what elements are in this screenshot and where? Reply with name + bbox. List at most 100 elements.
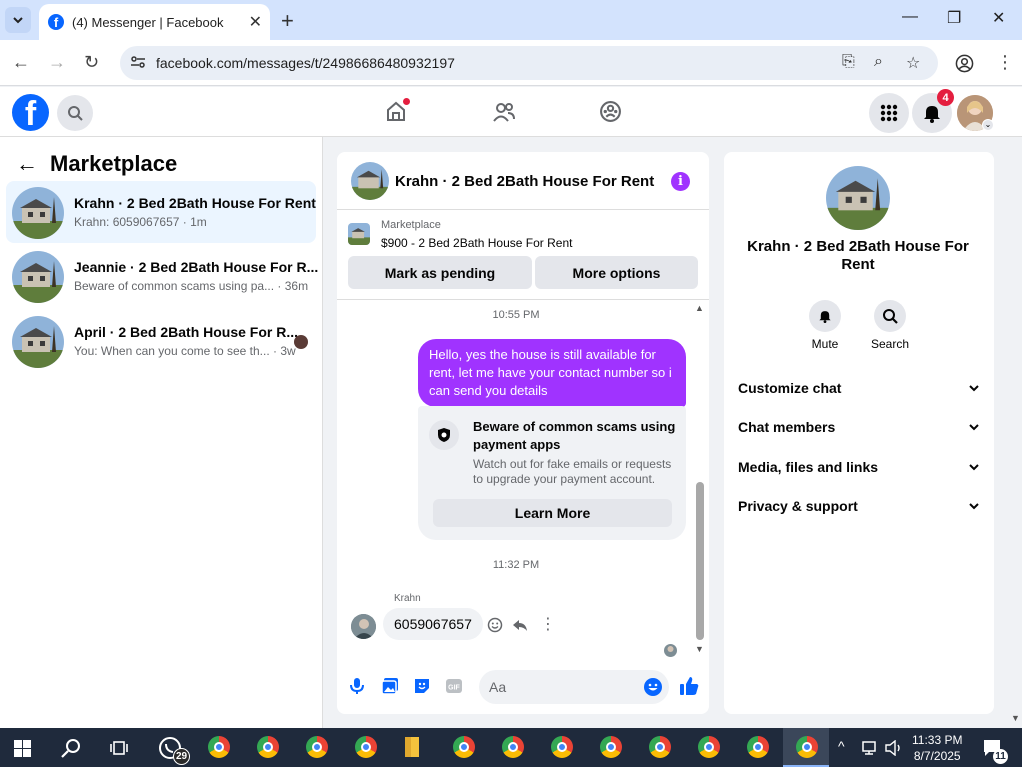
incoming-message[interactable]: 6059067657 xyxy=(383,608,483,640)
conversation-title: Jeannie · 2 Bed 2Bath House For R... xyxy=(74,259,319,275)
outgoing-message[interactable]: Hello, yes the house is still available … xyxy=(418,339,686,407)
listing-mini-thumbnail[interactable] xyxy=(348,223,370,245)
customize-chat-section[interactable]: Customize chat xyxy=(738,380,980,404)
more-options-button[interactable]: More options xyxy=(535,256,698,289)
chrome-icon[interactable] xyxy=(502,736,526,760)
conversation-item[interactable]: Krahn · 2 Bed 2Bath House For Rent Krahn… xyxy=(6,181,316,243)
info-icon[interactable]: i xyxy=(671,172,690,191)
mute-label: Mute xyxy=(811,337,839,351)
listing-photo[interactable] xyxy=(826,166,890,230)
notification-badge: 4 xyxy=(937,89,954,106)
chat-members-section[interactable]: Chat members xyxy=(738,419,980,443)
install-app-icon[interactable]: ⎘ xyxy=(842,53,855,71)
reply-icon[interactable] xyxy=(512,617,528,633)
chrome-icon[interactable] xyxy=(257,736,281,760)
chrome-icon[interactable] xyxy=(747,736,771,760)
menu-button[interactable] xyxy=(869,93,909,133)
emoji-icon[interactable] xyxy=(643,677,663,697)
media-files-section[interactable]: Media, files and links xyxy=(738,459,980,483)
sticker-icon[interactable] xyxy=(412,676,432,696)
task-view-icon[interactable] xyxy=(110,739,128,757)
chevron-down-icon xyxy=(969,464,979,471)
chevron-down-icon xyxy=(969,385,979,392)
learn-more-button[interactable]: Learn More xyxy=(433,499,672,527)
taskbar-clock[interactable]: 11:33 PM 8/7/2025 xyxy=(912,732,962,764)
tab-search-button[interactable] xyxy=(5,7,31,33)
tray-chevron-icon[interactable]: ^ xyxy=(838,738,845,754)
thumbs-up-icon[interactable] xyxy=(679,676,699,696)
scroll-up-icon[interactable]: ▲ xyxy=(695,303,704,313)
conversation-snippet: Krahn: 6059067657 · 1m xyxy=(74,215,207,229)
new-tab-button[interactable]: + xyxy=(281,8,294,34)
active-chrome-window[interactable] xyxy=(783,728,829,767)
browser-tab[interactable]: f (4) Messenger | Facebook ✕ xyxy=(39,4,270,40)
listing-title[interactable]: $900 - 2 Bed 2Bath House For Rent xyxy=(381,236,572,250)
omnibox[interactable]: facebook.com/messages/t/2498668648093219… xyxy=(120,46,938,80)
chrome-icon[interactable] xyxy=(649,736,673,760)
friends-icon[interactable] xyxy=(493,101,515,123)
account-chevron-icon[interactable]: ⌄ xyxy=(982,119,994,131)
chat-title[interactable]: Krahn · 2 Bed 2Bath House For Rent xyxy=(395,173,654,190)
reload-button[interactable]: ↻ xyxy=(84,52,99,73)
forward-button[interactable]: → xyxy=(48,52,66,73)
back-arrow-icon[interactable]: ← xyxy=(16,151,38,177)
network-icon[interactable] xyxy=(862,740,880,756)
search-icon xyxy=(883,309,898,324)
chrome-icon[interactable] xyxy=(600,736,624,760)
zoom-icon[interactable]: ⌕ xyxy=(874,53,883,71)
chrome-icon[interactable] xyxy=(306,736,330,760)
file-explorer-icon[interactable] xyxy=(404,736,428,760)
chat-details-panel: Krahn · 2 Bed 2Bath House For Rent Mute … xyxy=(724,152,994,714)
minimize-button[interactable]: — xyxy=(902,8,918,26)
chrome-icon[interactable] xyxy=(208,736,232,760)
photo-icon[interactable] xyxy=(380,676,400,696)
sender-avatar[interactable] xyxy=(351,614,376,639)
privacy-support-section[interactable]: Privacy & support xyxy=(738,498,980,522)
site-info-icon[interactable] xyxy=(130,54,146,70)
chrome-icon[interactable] xyxy=(355,736,379,760)
voice-clip-icon[interactable] xyxy=(347,676,367,696)
taskbar-search-icon[interactable] xyxy=(61,738,81,758)
message-input-box[interactable] xyxy=(479,670,669,704)
conversation-item[interactable]: Jeannie · 2 Bed 2Bath House For R... Bew… xyxy=(6,245,319,307)
conversation-snippet: You: When can you come to see th... · 3w xyxy=(74,344,296,358)
search-icon xyxy=(68,106,83,121)
whatsapp-badge: 29 xyxy=(173,748,190,765)
browser-menu-icon[interactable]: ⋮ xyxy=(996,52,1014,73)
scrollbar-thumb[interactable] xyxy=(696,482,704,640)
facebook-header: f 4 ⌄ xyxy=(0,87,1022,137)
page-scroll-down-icon[interactable]: ▼ xyxy=(1011,713,1020,723)
groups-icon[interactable] xyxy=(599,100,622,123)
mute-button[interactable]: Mute xyxy=(795,300,855,351)
listing-banner: Marketplace $900 - 2 Bed 2Bath House For… xyxy=(337,210,709,300)
volume-icon[interactable] xyxy=(885,740,903,756)
windows-start-icon[interactable] xyxy=(14,740,31,757)
maximize-button[interactable]: ❐ xyxy=(947,8,961,28)
message-input[interactable] xyxy=(489,677,639,697)
chrome-icon xyxy=(796,736,820,760)
close-tab-icon[interactable]: ✕ xyxy=(249,12,262,32)
facebook-logo-icon[interactable]: f xyxy=(12,94,49,131)
facebook-favicon-icon: f xyxy=(48,14,64,30)
chrome-icon[interactable] xyxy=(698,736,722,760)
section-label: Privacy & support xyxy=(738,498,858,514)
warning-title: Beware of common scams using payment app… xyxy=(473,419,676,452)
gif-icon[interactable]: GIF xyxy=(444,676,464,696)
back-button[interactable]: ← xyxy=(12,52,30,73)
scroll-down-icon[interactable]: ▼ xyxy=(695,644,704,654)
message-thread: 10:55 PM Hello, yes the house is still a… xyxy=(337,301,709,657)
browser-tabbar: f (4) Messenger | Facebook ✕ + — ❐ ✕ xyxy=(0,0,1022,40)
more-actions-icon[interactable]: ⋮ xyxy=(540,614,556,634)
search-conversation-button[interactable]: Search xyxy=(860,300,920,351)
chrome-icon[interactable] xyxy=(453,736,477,760)
conversation-item[interactable]: April · 2 Bed 2Bath House For R... You: … xyxy=(6,310,316,372)
react-emoji-icon[interactable] xyxy=(487,617,503,633)
search-button[interactable] xyxy=(57,95,93,131)
bookmark-star-icon[interactable]: ☆ xyxy=(906,53,920,73)
profile-icon[interactable] xyxy=(955,54,974,73)
close-window-button[interactable]: ✕ xyxy=(992,8,1005,28)
mark-pending-button[interactable]: Mark as pending xyxy=(348,256,532,289)
bell-icon xyxy=(924,106,940,123)
chat-thumbnail[interactable] xyxy=(351,162,389,200)
chrome-icon[interactable] xyxy=(551,736,575,760)
